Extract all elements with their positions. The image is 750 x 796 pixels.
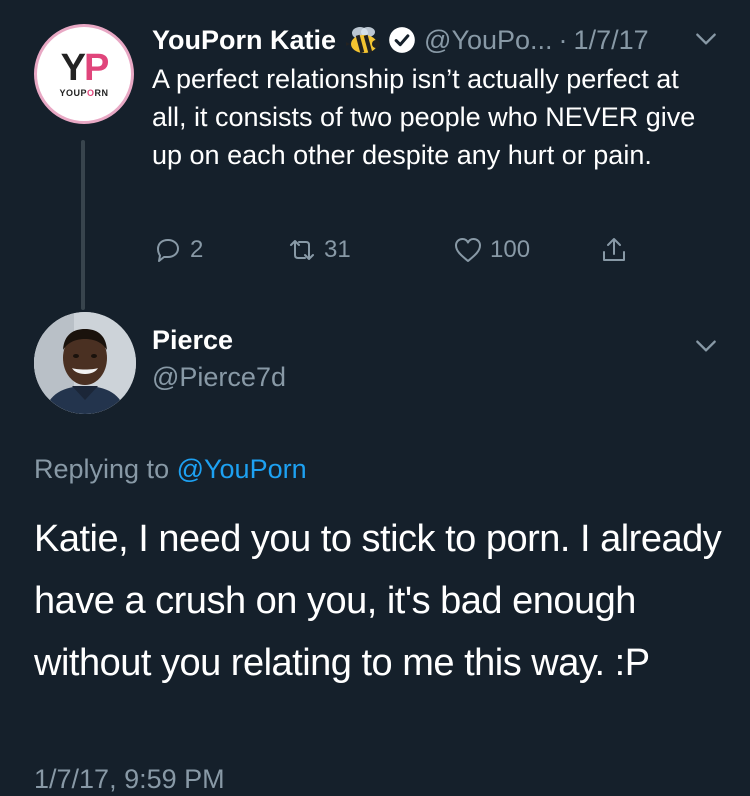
tweet-header: YouPorn Katie @YouPo... · 1/7/17 [152,20,732,60]
chevron-down-icon[interactable] [693,333,719,359]
tweet-actions: 2 31 100 [152,230,652,270]
yp-wordmark: YOUPORN [59,88,109,98]
youporn-avatar[interactable]: YP YOUPORN [34,24,134,124]
reply-text: Katie, I need you to stick to porn. I al… [34,518,722,684]
handle[interactable]: @YouPo... [424,25,553,56]
replying-to: Replying to @YouPorn [34,454,307,485]
replying-prefix: Replying to [34,454,177,484]
replying-to-link[interactable]: @YouPorn [177,454,307,484]
yp-monogram: YP [60,47,110,89]
thread-line [81,140,85,310]
reply-handle[interactable]: @Pierce7d [152,362,286,393]
display-name[interactable]: YouPorn Katie [152,25,336,56]
bee-icon [346,27,381,54]
like-icon [455,238,481,262]
like-count: 100 [490,236,531,263]
share-icon [603,238,625,261]
like-button[interactable]: 100 [452,230,530,270]
verified-badge-icon [389,27,415,53]
retweet-count: 31 [324,236,351,263]
retweet-icon [290,240,314,260]
reply-button[interactable]: 2 [152,230,203,270]
tweet-thread: YP YOUPORN YouPorn Katie @YouPo... · 1/7… [0,0,750,796]
reply-timestamp: 1/7/17, 9:59 PM [34,764,225,794]
reply-count: 2 [190,236,204,263]
separator-dot: · [558,24,568,55]
tweet-date[interactable]: 1/7/17 [574,25,649,56]
chevron-down-icon[interactable] [693,26,719,52]
share-button[interactable] [598,230,630,270]
reply-display-name[interactable]: Pierce [152,325,233,356]
tweet-text: A perfect relationship isn’t actually pe… [152,64,696,170]
retweet-button[interactable]: 31 [286,230,351,270]
reply-icon [157,239,179,262]
profile-photo [34,312,136,414]
pierce-avatar[interactable] [34,312,136,414]
